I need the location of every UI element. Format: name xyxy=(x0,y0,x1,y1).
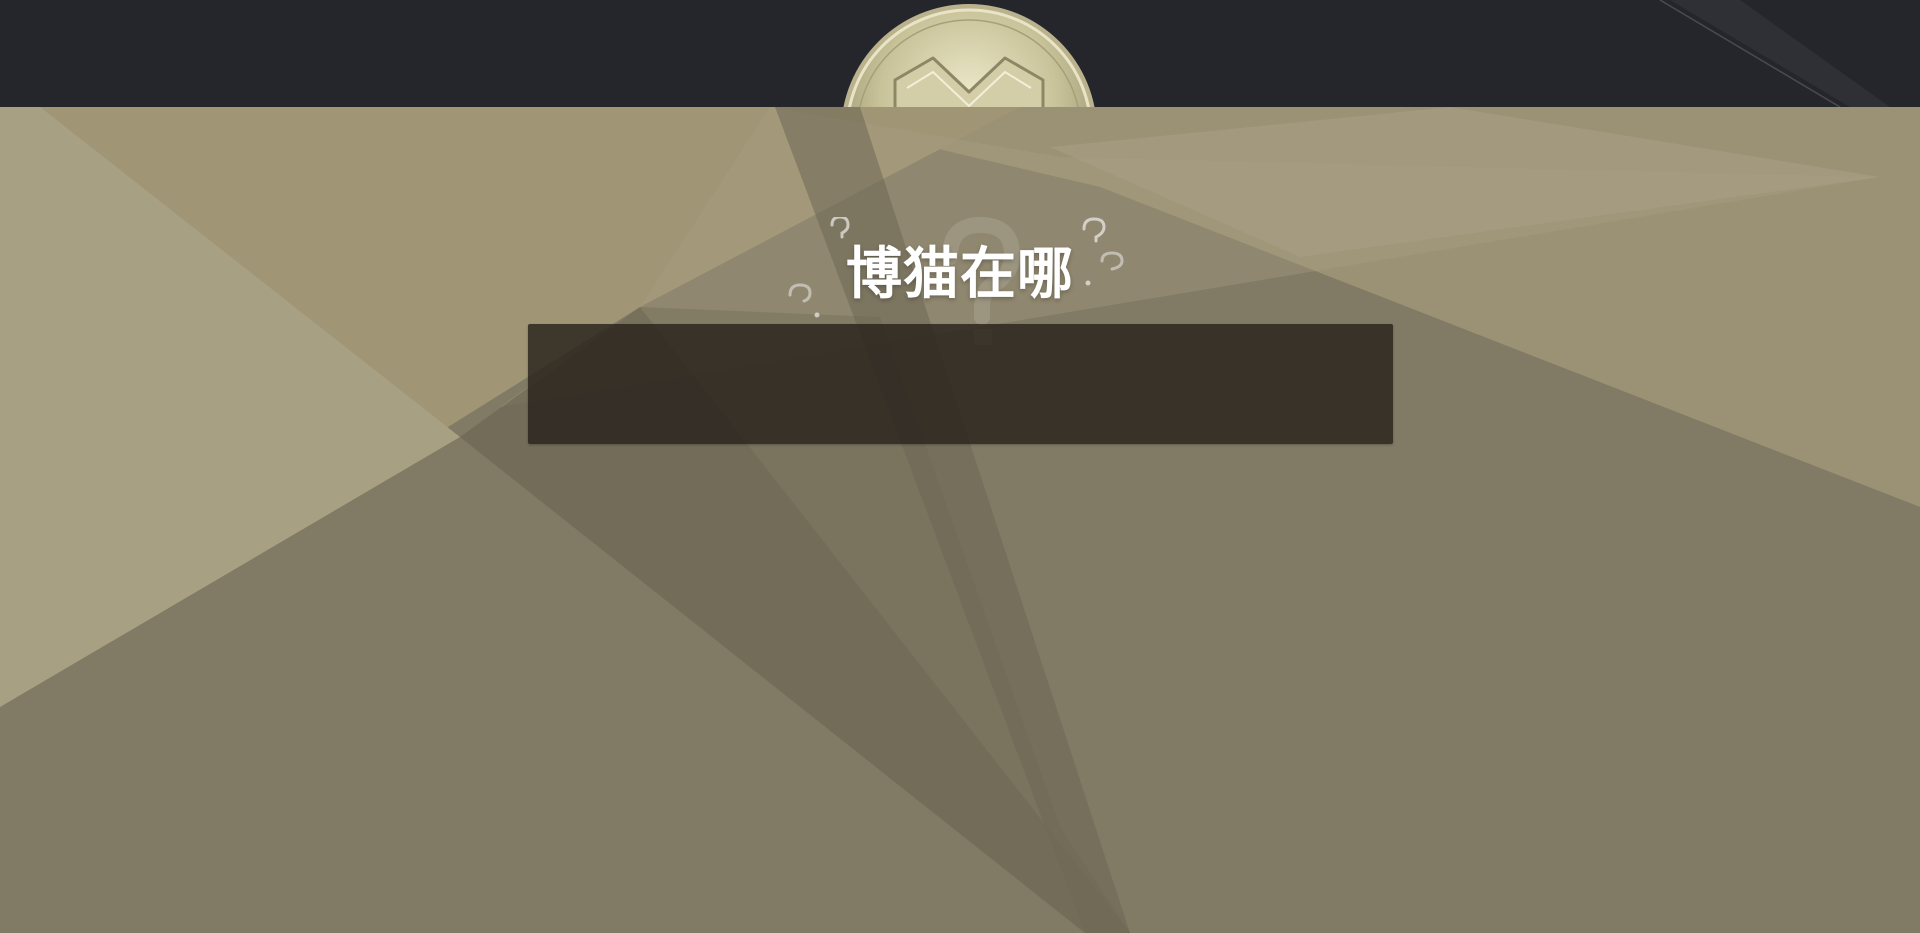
m-coin-logo xyxy=(837,2,1101,107)
content-panel xyxy=(528,324,1393,444)
main-area: 博猫在哪 xyxy=(0,107,1920,933)
page-title: 博猫在哪 xyxy=(846,242,1074,307)
